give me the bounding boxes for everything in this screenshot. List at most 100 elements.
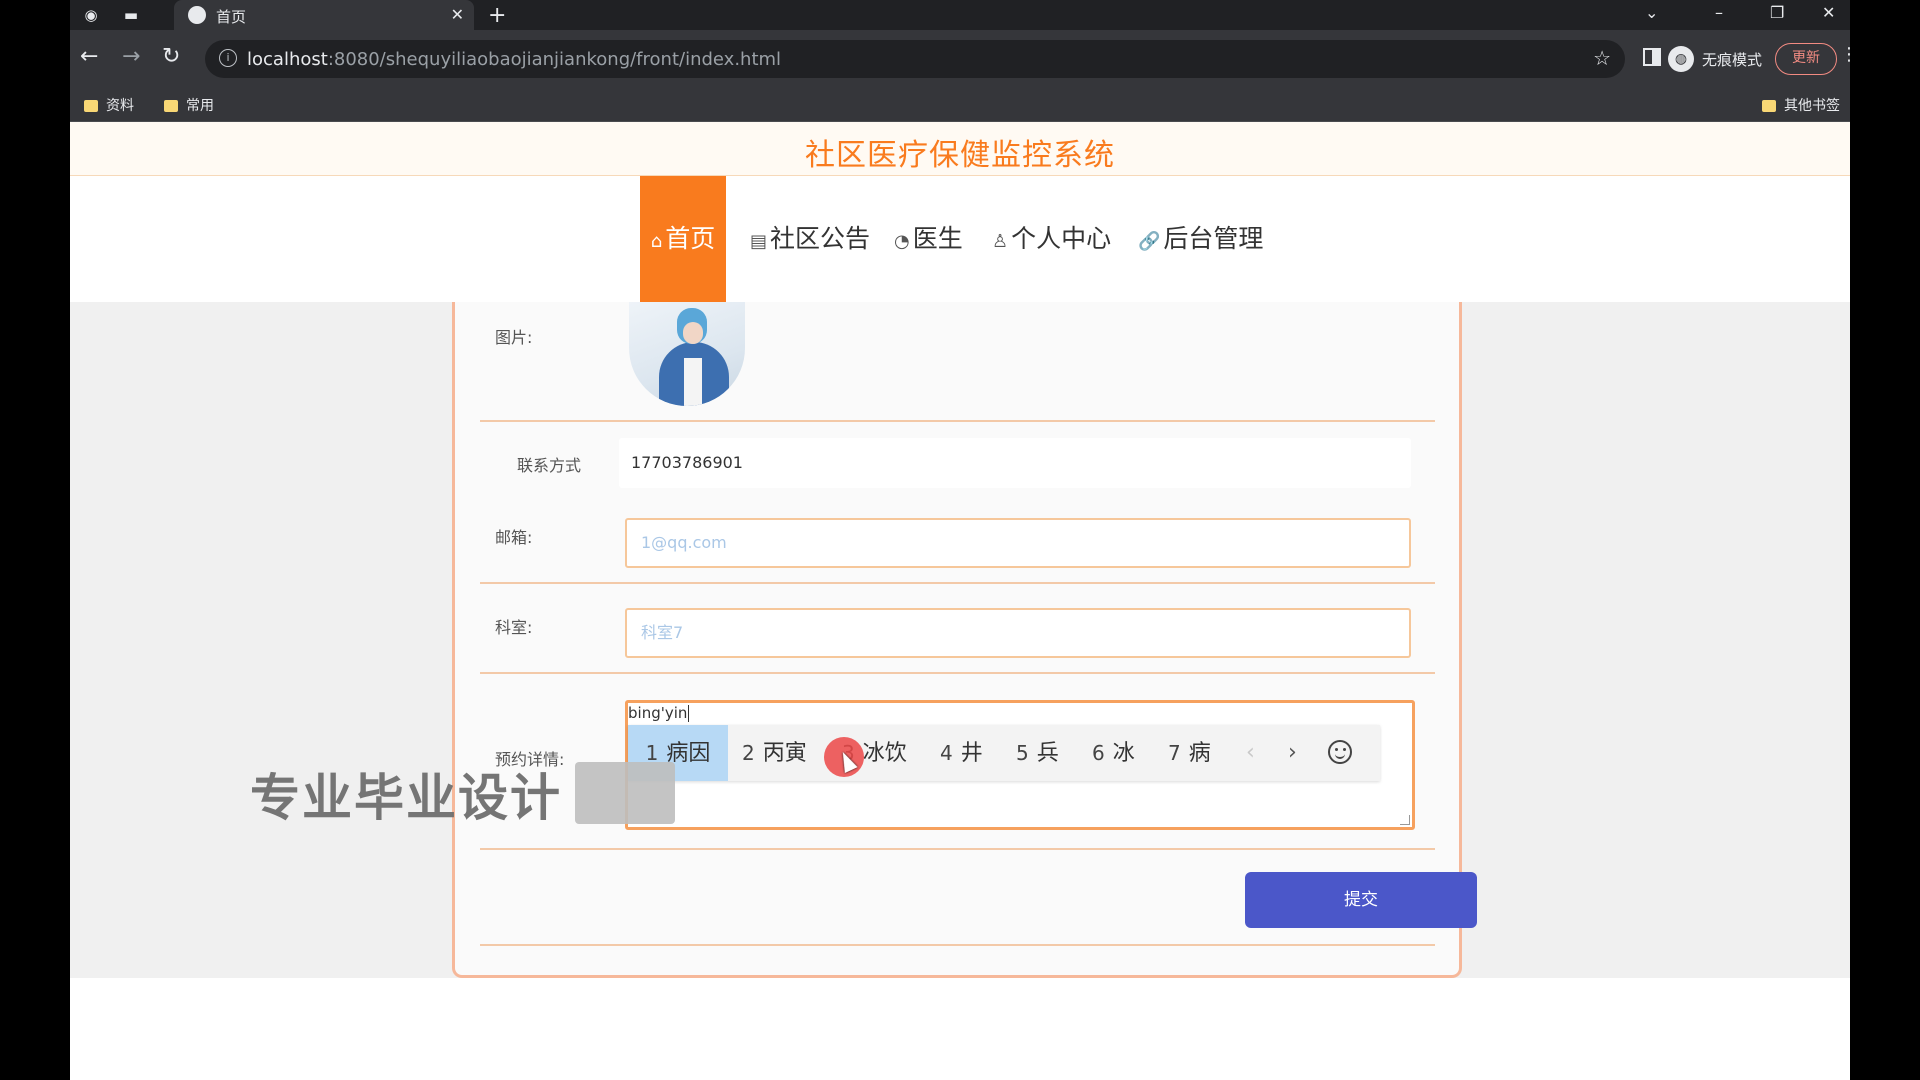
nav-item-home[interactable]: ⌂ 首页 [640, 176, 726, 302]
candidate-text: 冰 [1112, 741, 1135, 766]
divider [480, 672, 1435, 674]
emoji-icon[interactable] [1328, 740, 1352, 764]
candidate-text: 冰饮 [862, 741, 907, 766]
browser-toolbar: ← → ↻ i localhost:8080/shequyiliaobaojia… [70, 30, 1850, 88]
bookmark-label: 其他书签 [1784, 98, 1840, 114]
photo-face [683, 322, 703, 344]
user-icon: ♙ [992, 231, 1009, 252]
blurred-watermark-patch [575, 762, 675, 824]
page-viewport: 社区医疗保健监控系统 ⌂ 首页 ▤ 社区公告 ◔ 医生 ♙ 个人中心 🔗 后台管理 图片: [70, 122, 1850, 1080]
phone-label: 联系方式 [517, 456, 582, 475]
ime-candidate[interactable]: 2 丙寅 [742, 725, 807, 781]
ime-prev-page-icon[interactable]: ‹ [1246, 725, 1255, 781]
close-icon[interactable]: ✕ [451, 5, 464, 24]
department-input[interactable]: 科室7 [625, 608, 1411, 658]
appointment-form: 图片: 联系方式 17703786901 邮箱: 1@qq.com 科室: 科室… [452, 302, 1477, 978]
detail-textarea[interactable]: bing'yin 1病因 2丙寅 3冰饮 4井 5兵 6冰 7病 ‹ › [625, 700, 1415, 830]
other-bookmarks[interactable]: 其他书签 [1762, 95, 1840, 115]
candidate-number: 5 [1016, 741, 1029, 765]
watermark-text: 专业毕业设计 [250, 769, 562, 827]
candidate-text: 井 [960, 741, 983, 766]
bookmarks-bar: 资料 常用 其他书签 [70, 88, 1850, 122]
doctor-photo [629, 302, 745, 406]
forward-icon[interactable]: → [122, 44, 140, 69]
site-header: 社区医疗保健监控系统 [70, 122, 1850, 176]
update-button[interactable]: 更新 [1775, 43, 1837, 75]
list-icon: ▤ [750, 231, 768, 252]
menu-icon[interactable]: ⋮ [1840, 44, 1850, 65]
back-icon[interactable]: ← [80, 44, 98, 69]
divider [480, 420, 1435, 422]
main-nav: ⌂ 首页 ▤ 社区公告 ◔ 医生 ♙ 个人中心 🔗 后台管理 [70, 176, 1850, 302]
nav-label: 首页 [665, 224, 716, 253]
nav-label: 社区公告 [770, 224, 871, 253]
nav-item-profile[interactable]: ♙ 个人中心 [992, 176, 1111, 302]
browser-window: ◉ ▬ 首页 ✕ + ⌄ – ❐ ✕ ← → ↻ i localhost:808… [70, 0, 1850, 1080]
photo-collar [684, 358, 702, 406]
ime-composition-text: bing'yin [628, 704, 690, 722]
bookmark-label: 常用 [186, 98, 214, 114]
side-panel-icon[interactable] [1643, 48, 1661, 66]
candidate-number: 4 [940, 741, 953, 765]
ime-candidate-bar[interactable]: 1病因 2丙寅 3冰饮 4井 5兵 6冰 7病 ‹ › [628, 725, 1380, 781]
ime-candidate[interactable]: 4井 [940, 725, 983, 781]
folder-icon [84, 100, 98, 112]
phone-input[interactable]: 17703786901 [619, 438, 1411, 488]
restore-icon[interactable]: ❐ [1770, 3, 1784, 22]
window-close-icon[interactable]: ✕ [1822, 3, 1835, 22]
bookmark-folder[interactable]: 常用 [164, 95, 214, 115]
nav-label: 后台管理 [1163, 224, 1264, 253]
reload-icon[interactable]: ↻ [162, 44, 180, 69]
divider [480, 582, 1435, 584]
bookmark-folder[interactable]: 资料 [84, 95, 134, 115]
globe-icon [188, 6, 206, 24]
candidate-text: 兵 [1036, 741, 1059, 766]
tab-bar: ◉ ▬ 首页 ✕ + ⌄ – ❐ ✕ [70, 0, 1850, 30]
resize-handle-icon[interactable] [1400, 815, 1410, 825]
submit-button[interactable]: 提交 [1245, 872, 1477, 928]
image-label: 图片: [495, 328, 533, 347]
divider [480, 848, 1435, 850]
incognito-icon: ◍ [1668, 46, 1694, 72]
candidate-text: 丙寅 [762, 741, 807, 766]
gauge-icon: ◔ [894, 231, 910, 252]
tab-home[interactable]: 首页 ✕ [174, 0, 474, 30]
tab-overview-icon[interactable]: ▬ [122, 6, 140, 24]
candidate-number: 7 [1168, 741, 1181, 765]
nav-item-admin[interactable]: 🔗 后台管理 [1138, 176, 1263, 302]
ime-candidate[interactable]: 6冰 [1092, 725, 1135, 781]
email-input[interactable]: 1@qq.com [625, 518, 1411, 568]
nav-label: 个人中心 [1011, 224, 1112, 253]
browser-logo-icon[interactable]: ◉ [82, 6, 100, 24]
candidate-text: 病 [1188, 741, 1211, 766]
site-title: 社区医疗保健监控系统 [805, 138, 1115, 173]
minimize-icon[interactable]: – [1715, 3, 1723, 22]
nav-item-doctors[interactable]: ◔ 医生 [894, 176, 963, 302]
candidate-number: 2 [742, 741, 755, 765]
folder-icon [1762, 100, 1776, 112]
address-bar[interactable]: i localhost:8080/shequyiliaobaojianjiank… [205, 40, 1625, 78]
home-icon: ⌂ [650, 231, 663, 252]
folder-icon [164, 100, 178, 112]
chevron-down-icon[interactable]: ⌄ [1645, 3, 1658, 22]
tab-title: 首页 [216, 8, 247, 26]
star-icon[interactable]: ☆ [1593, 46, 1611, 70]
nav-item-announcements[interactable]: ▤ 社区公告 [750, 176, 870, 302]
department-label: 科室: [495, 618, 533, 637]
ime-candidate[interactable]: 7病 [1168, 725, 1211, 781]
url-text[interactable]: localhost:8080/shequyiliaobaojianjiankon… [247, 49, 781, 70]
bookmark-label: 资料 [106, 98, 134, 114]
divider [480, 944, 1435, 946]
incognito-label: 无痕模式 [1702, 51, 1763, 69]
new-tab-button[interactable]: + [488, 3, 506, 28]
info-icon[interactable]: i [219, 49, 237, 67]
ime-next-page-icon[interactable]: › [1288, 725, 1297, 781]
content-area: 图片: 联系方式 17703786901 邮箱: 1@qq.com 科室: 科室… [70, 302, 1850, 978]
link-icon: 🔗 [1138, 231, 1161, 252]
email-label: 邮箱: [495, 528, 533, 547]
nav-label: 医生 [912, 224, 963, 253]
url-path: :8080/shequyiliaobaojianjiankong/front/i… [327, 49, 782, 70]
url-host: localhost [247, 49, 328, 70]
ime-candidate[interactable]: 5兵 [1016, 725, 1059, 781]
candidate-number: 6 [1092, 741, 1105, 765]
